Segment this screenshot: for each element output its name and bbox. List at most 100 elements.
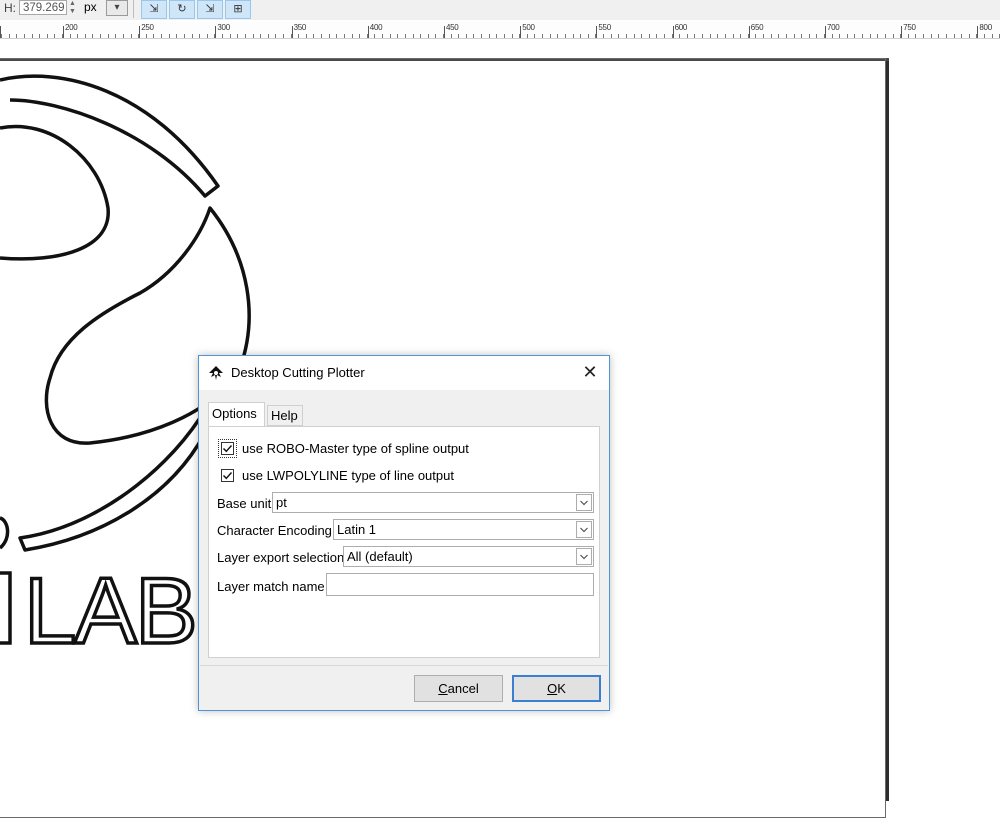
- ruler-label: 750: [903, 23, 916, 32]
- ruler-minor-tick: [77, 34, 79, 38]
- ruler-minor-tick: [46, 34, 48, 38]
- ruler-minor-tick: [724, 34, 726, 38]
- ruler-minor-tick: [298, 34, 300, 38]
- ruler-minor-tick: [564, 34, 566, 38]
- ruler-minor-tick: [641, 34, 643, 38]
- ruler-minor-tick: [503, 34, 505, 38]
- chevron-down-icon[interactable]: ▾: [106, 0, 128, 16]
- transform-scale-icon: ⇲: [149, 3, 159, 15]
- height-spinner[interactable]: ▲ ▼: [68, 0, 77, 16]
- ruler-minor-tick: [343, 34, 345, 38]
- ruler-minor-tick: [305, 34, 307, 38]
- horizontal-ruler[interactable]: 200 250 300 350 400 450 500 550 600 650 700 750 800: [0, 22, 1000, 39]
- ruler-major-tick: [825, 26, 826, 38]
- transform-pattern-icon: ⊞: [233, 3, 243, 15]
- ruler-minor-tick: [740, 34, 742, 38]
- ruler-minor-tick: [122, 34, 124, 38]
- ruler-minor-tick: [496, 34, 498, 38]
- ruler-minor-tick: [991, 34, 993, 38]
- ruler-label: 200: [65, 23, 78, 32]
- layer-match-input[interactable]: [326, 573, 594, 596]
- ruler-minor-tick: [587, 34, 589, 38]
- ruler-minor-tick: [663, 34, 665, 38]
- ruler-minor-tick: [968, 34, 970, 38]
- ruler-minor-tick: [153, 34, 155, 38]
- ruler-minor-tick: [206, 34, 208, 38]
- robo-master-checkbox[interactable]: [218, 439, 237, 458]
- transform-pattern-button[interactable]: ⊞: [225, 0, 251, 19]
- ruler-minor-tick: [732, 34, 734, 38]
- ruler-minor-tick: [427, 34, 429, 38]
- height-input[interactable]: 379.269: [19, 0, 67, 15]
- ruler-minor-tick: [282, 34, 284, 38]
- chevron-down-icon[interactable]: [576, 494, 592, 511]
- height-label: H:: [4, 1, 16, 15]
- ok-mnemonic: O: [547, 681, 558, 696]
- transform-scale-button[interactable]: ⇲: [141, 0, 167, 19]
- ruler-label: 800: [979, 23, 992, 32]
- ruler-minor-tick: [267, 34, 269, 38]
- ruler-minor-tick: [183, 34, 185, 38]
- ruler-minor-tick: [321, 34, 322, 38]
- ruler-minor-tick: [420, 34, 422, 38]
- ruler-minor-tick: [176, 34, 178, 38]
- ok-button[interactable]: OK: [512, 675, 601, 702]
- ruler-minor-tick: [389, 34, 391, 38]
- base-unit-select[interactable]: pt: [272, 492, 594, 513]
- ruler-minor-tick: [923, 34, 924, 38]
- ruler-minor-tick: [435, 34, 437, 38]
- layer-export-value: All (default): [347, 549, 413, 564]
- logo-text: LAB: [24, 558, 196, 663]
- layer-export-select[interactable]: All (default): [343, 546, 594, 567]
- cancel-button[interactable]: Cancel: [414, 675, 503, 702]
- ruler-minor-tick: [686, 34, 688, 38]
- ruler-minor-tick: [953, 34, 955, 38]
- close-icon: ✕: [582, 362, 598, 382]
- ruler-minor-tick: [702, 34, 703, 38]
- ruler-label: 400: [369, 23, 383, 32]
- options-panel: use ROBO-Master type of spline output us…: [208, 426, 600, 658]
- tab-options[interactable]: Options: [208, 402, 265, 427]
- ruler-minor-tick: [412, 34, 414, 38]
- ruler-minor-tick: [275, 34, 277, 38]
- ruler-minor-tick: [23, 34, 25, 38]
- ruler-minor-tick: [31, 34, 33, 38]
- close-button[interactable]: ✕: [577, 360, 603, 384]
- ruler-minor-tick: [130, 34, 132, 38]
- ruler-minor-tick: [633, 34, 635, 38]
- ruler-minor-tick: [222, 34, 223, 38]
- logo-left-fragment: [0, 516, 10, 550]
- ruler-minor-tick: [862, 34, 864, 38]
- ruler-label: 600: [674, 23, 688, 32]
- robo-master-label: use ROBO-Master type of spline output: [242, 441, 469, 456]
- chevron-down-icon[interactable]: [576, 521, 592, 538]
- ruler-minor-tick: [625, 34, 627, 38]
- cancel-label: ancel: [447, 681, 479, 696]
- ruler-label: 550: [598, 23, 611, 32]
- ruler-minor-tick: [199, 34, 201, 38]
- ruler-major-tick: [901, 26, 903, 38]
- ruler-minor-tick: [648, 34, 650, 38]
- base-unit-value: pt: [276, 495, 287, 510]
- lwpolyline-checkbox[interactable]: [221, 469, 234, 482]
- ruler-minor-tick: [580, 34, 582, 38]
- ruler-major-tick: [596, 26, 598, 38]
- tab-help[interactable]: Help: [267, 405, 303, 426]
- unit-select[interactable]: px ▾: [82, 0, 128, 16]
- transform-rotate-button[interactable]: ↻: [169, 0, 195, 19]
- ruler-minor-tick: [839, 34, 841, 38]
- button-row-separator: [200, 665, 608, 666]
- transform-gradient-button[interactable]: ⇲: [197, 0, 223, 19]
- dialog-titlebar[interactable]: Desktop Cutting Plotter ✕: [199, 356, 609, 390]
- ruler-minor-tick: [465, 34, 467, 38]
- ruler-minor-tick: [930, 34, 932, 38]
- ruler-minor-tick: [229, 34, 231, 38]
- layer-match-label: Layer match name: [217, 579, 325, 594]
- ruler-minor-tick: [801, 34, 803, 38]
- ruler-major-tick: [520, 26, 522, 38]
- chevron-down-icon[interactable]: [576, 548, 592, 565]
- unit-select-value: px: [84, 0, 97, 14]
- ruler-minor-tick: [16, 34, 18, 38]
- ruler-major-tick: [139, 26, 141, 38]
- encoding-select[interactable]: Latin 1: [333, 519, 594, 540]
